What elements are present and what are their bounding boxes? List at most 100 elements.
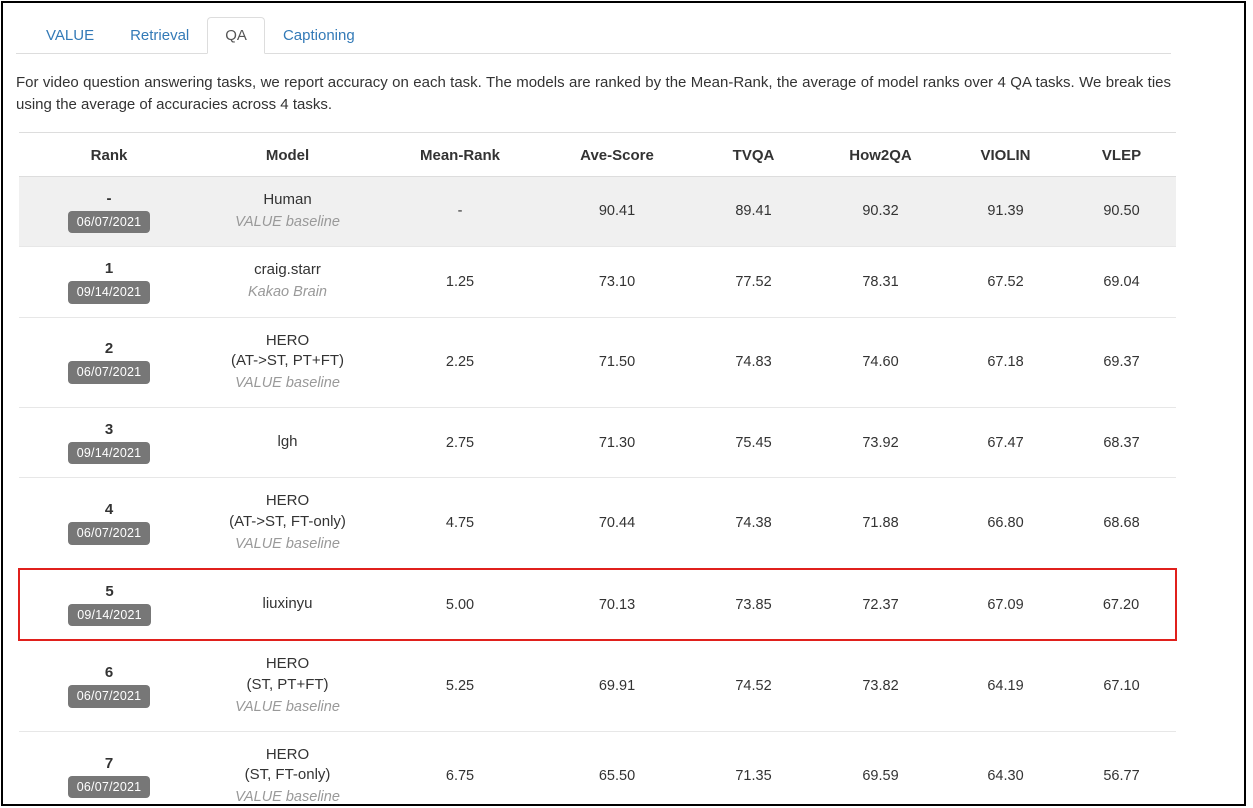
rank-number: 1 [19,260,199,277]
tab-captioning[interactable]: Captioning [265,17,373,54]
model-name: lgh [199,432,376,453]
leaderboard-table: RankModelMean-RankAve-ScoreTVQAHow2QAVIO… [18,132,1177,807]
vlep-value: 69.37 [1067,317,1176,407]
column-header-mean-rank: Mean-Rank [376,132,544,176]
mean-rank-value: - [376,176,544,247]
table-row: 2 06/07/2021 HERO(AT->ST, PT+FT) VALUE b… [19,317,1176,407]
page-content: VALUERetrievalQACaptioning For video que… [3,17,1244,806]
rank-cell: 6 06/07/2021 [19,640,199,731]
tvqa-value: 77.52 [690,247,817,318]
column-header-violin: VIOLIN [944,132,1067,176]
how2qa-value: 73.92 [817,407,944,478]
tvqa-value: 75.45 [690,407,817,478]
tab-label[interactable]: QA [207,17,265,54]
model-subtitle: VALUE baseline [199,787,376,806]
column-header-rank: Rank [19,132,199,176]
table-header-row: RankModelMean-RankAve-ScoreTVQAHow2QAVIO… [19,132,1176,176]
mean-rank-value: 2.25 [376,317,544,407]
rank-cell: - 06/07/2021 [19,176,199,247]
rank-number: 7 [19,755,199,772]
date-badge: 06/07/2021 [68,776,151,799]
how2qa-value: 74.60 [817,317,944,407]
date-badge: 09/14/2021 [68,281,151,304]
how2qa-value: 78.31 [817,247,944,318]
model-cell: lgh [199,407,376,478]
model-name: HERO(ST, FT-only) [199,745,376,786]
date-badge: 06/07/2021 [68,361,151,384]
violin-value: 67.18 [944,317,1067,407]
tvqa-value: 89.41 [690,176,817,247]
table-row: 4 06/07/2021 HERO(AT->ST, FT-only) VALUE… [19,478,1176,569]
model-cell: HERO(AT->ST, FT-only) VALUE baseline [199,478,376,569]
violin-value: 64.19 [944,640,1067,731]
mean-rank-value: 2.75 [376,407,544,478]
vlep-value: 90.50 [1067,176,1176,247]
model-cell: Human VALUE baseline [199,176,376,247]
tvqa-value: 73.85 [690,569,817,641]
vlep-value: 67.10 [1067,640,1176,731]
tab-value[interactable]: VALUE [28,17,112,54]
model-name: Human [199,190,376,211]
page-frame: VALUERetrievalQACaptioning For video que… [1,1,1246,806]
how2qa-value: 72.37 [817,569,944,641]
tab-label[interactable]: Captioning [265,17,373,54]
model-cell: craig.starr Kakao Brain [199,247,376,318]
how2qa-value: 73.82 [817,640,944,731]
mean-rank-value: 1.25 [376,247,544,318]
tab-retrieval[interactable]: Retrieval [112,17,207,54]
how2qa-value: 69.59 [817,731,944,806]
model-cell: liuxinyu [199,569,376,641]
rank-number: 6 [19,664,199,681]
violin-value: 67.47 [944,407,1067,478]
table-row: 1 09/14/2021 craig.starr Kakao Brain 1.2… [19,247,1176,318]
tvqa-value: 71.35 [690,731,817,806]
date-badge: 06/07/2021 [68,685,151,708]
violin-value: 66.80 [944,478,1067,569]
task-description: For video question answering tasks, we r… [16,72,1171,116]
rank-number: 2 [19,340,199,357]
model-name: HERO(ST, PT+FT) [199,654,376,695]
mean-rank-value: 6.75 [376,731,544,806]
vlep-value: 68.37 [1067,407,1176,478]
rank-number: 5 [20,583,199,600]
rank-cell: 1 09/14/2021 [19,247,199,318]
rank-cell: 5 09/14/2021 [19,569,199,641]
table-row: 6 06/07/2021 HERO(ST, PT+FT) VALUE basel… [19,640,1176,731]
date-badge: 09/14/2021 [68,442,151,465]
vlep-value: 67.20 [1067,569,1176,641]
violin-value: 64.30 [944,731,1067,806]
ave-score-value: 70.13 [544,569,690,641]
rank-cell: 4 06/07/2021 [19,478,199,569]
tvqa-value: 74.83 [690,317,817,407]
how2qa-value: 90.32 [817,176,944,247]
table-row: 3 09/14/2021 lgh 2.75 71.30 75.45 73.92 … [19,407,1176,478]
column-header-ave-score: Ave-Score [544,132,690,176]
column-header-how2qa: How2QA [817,132,944,176]
model-subtitle: VALUE baseline [199,534,376,555]
table-row: 5 09/14/2021 liuxinyu 5.00 70.13 73.85 7… [19,569,1176,641]
column-header-tvqa: TVQA [690,132,817,176]
tab-label[interactable]: Retrieval [112,17,207,54]
rank-number: 4 [19,501,199,518]
model-name: liuxinyu [199,594,376,615]
table-row: - 06/07/2021 Human VALUE baseline - 90.4… [19,176,1176,247]
model-cell: HERO(ST, PT+FT) VALUE baseline [199,640,376,731]
mean-rank-value: 4.75 [376,478,544,569]
violin-value: 91.39 [944,176,1067,247]
model-name: HERO(AT->ST, PT+FT) [199,331,376,372]
column-header-model: Model [199,132,376,176]
model-subtitle: Kakao Brain [199,282,376,303]
ave-score-value: 71.30 [544,407,690,478]
ave-score-value: 71.50 [544,317,690,407]
date-badge: 06/07/2021 [68,522,151,545]
ave-score-value: 70.44 [544,478,690,569]
model-name: craig.starr [199,260,376,281]
tvqa-value: 74.38 [690,478,817,569]
table-row: 7 06/07/2021 HERO(ST, FT-only) VALUE bas… [19,731,1176,806]
tab-label[interactable]: VALUE [28,17,112,54]
vlep-value: 56.77 [1067,731,1176,806]
mean-rank-value: 5.00 [376,569,544,641]
model-subtitle: VALUE baseline [199,697,376,718]
ave-score-value: 65.50 [544,731,690,806]
tab-qa[interactable]: QA [207,17,265,54]
